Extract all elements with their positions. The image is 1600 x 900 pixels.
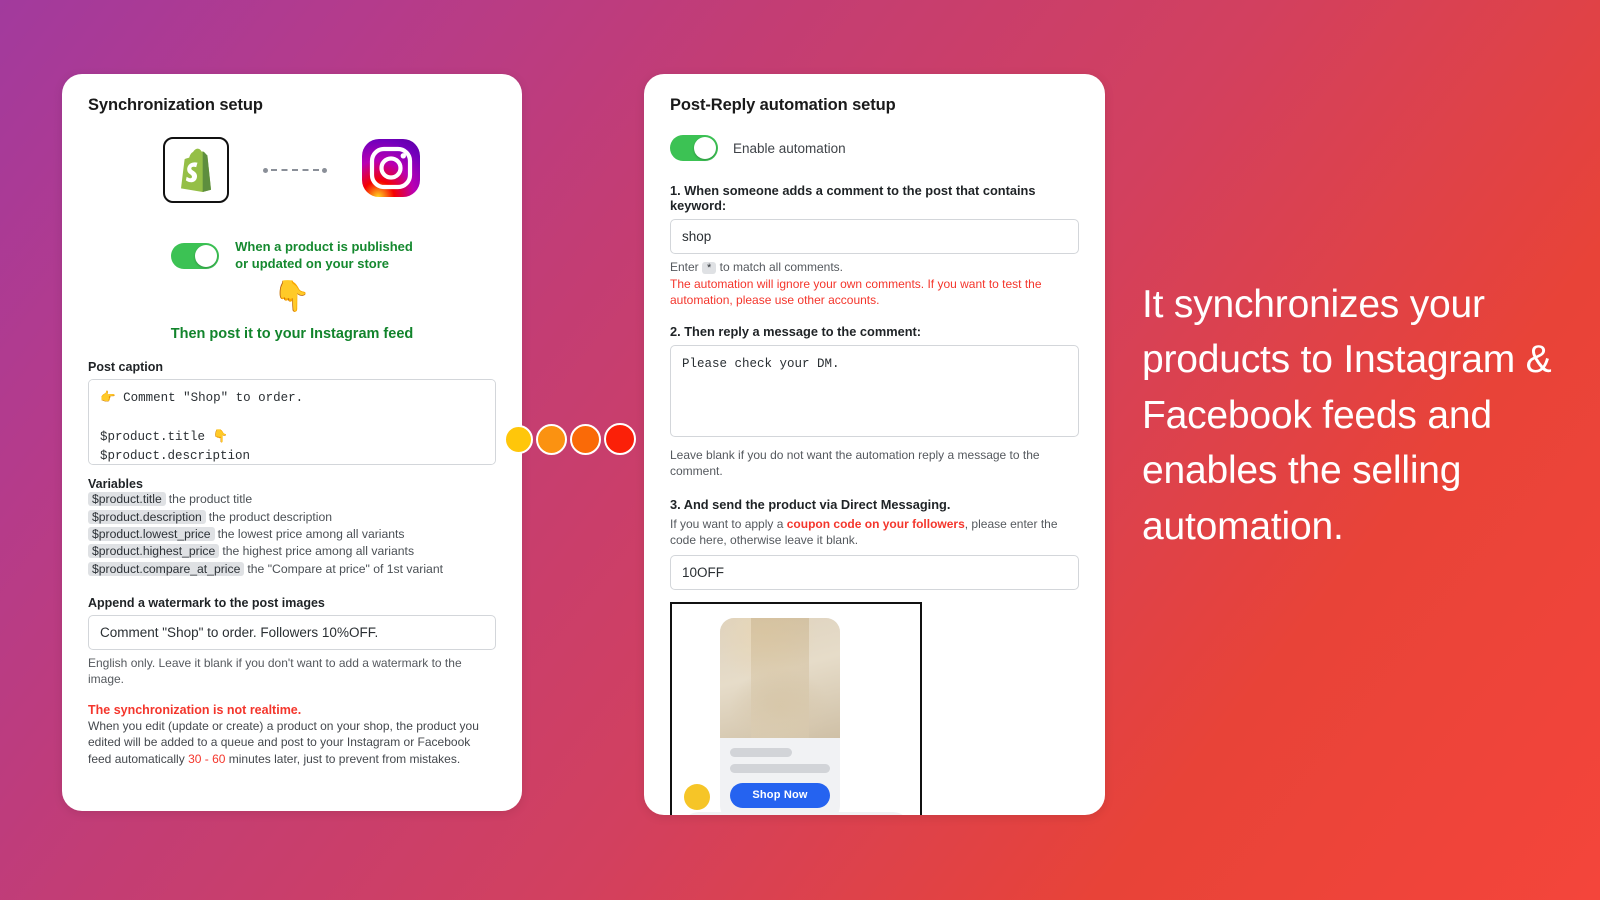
reply-message-input[interactable]: Please check your DM.	[670, 345, 1079, 438]
dm-preview: Shop Now	[670, 601, 922, 815]
coupon-helper-before: If you want to apply a	[670, 516, 787, 531]
variable-desc: the product title	[168, 492, 253, 507]
message-composer	[682, 811, 910, 815]
variable-desc: the highest price among all variants	[222, 544, 415, 559]
keyword-helper-after: to match all comments.	[716, 260, 844, 274]
sync-toggle[interactable]	[171, 242, 220, 269]
variable-token: $product.description	[88, 509, 206, 524]
list-item: $product.description the product descript…	[88, 509, 496, 526]
message-row: Shop Now	[672, 604, 920, 815]
shopify-logo-icon	[163, 137, 229, 203]
keyword-helper: Enter * to match all comments.	[670, 259, 1079, 276]
post-caption-input[interactable]: 👉 Comment "Shop" to order. $product.titl…	[88, 379, 496, 466]
variable-desc: the "Compare at price" of 1st variant	[247, 561, 443, 576]
keyword-warning: The automation will ignore your own comm…	[670, 276, 1042, 308]
connector-dot-2	[536, 423, 567, 455]
connector-dot-1	[504, 424, 533, 454]
variable-token: $product.lowest_price	[88, 526, 215, 541]
connector-dots	[504, 423, 636, 455]
avatar	[684, 783, 710, 810]
synchronization-setup-card: Synchronization setup When a product is …	[62, 74, 522, 811]
post-caption-label: Post caption	[88, 360, 164, 375]
list-item: $product.title the product title	[88, 491, 496, 508]
watermark-input[interactable]	[88, 614, 496, 650]
product-image	[720, 617, 840, 738]
then-post-label: Then post it to your Instagram feed	[170, 326, 414, 343]
coupon-code-link[interactable]: coupon code on your followers	[787, 517, 965, 531]
notice-highlight: 30 - 60	[188, 751, 226, 766]
connector-dot-4	[604, 423, 636, 455]
enable-automation-label: Enable automation	[733, 140, 846, 156]
connector-dot-3	[570, 423, 601, 455]
coupon-helper: If you want to apply a coupon code on yo…	[670, 516, 1079, 548]
step3-label: 3. And send the product via Direct Messa…	[670, 496, 951, 512]
variables-title: Variables	[88, 477, 143, 492]
automation-title: Post-Reply automation setup	[670, 96, 896, 114]
promo-text: It synchronizes your products to Instagr…	[1142, 283, 1552, 548]
step2-label: 2. Then reply a message to the comment:	[670, 324, 922, 340]
sync-toggle-row: When a product is published or updated o…	[88, 239, 496, 272]
asterisk-pill: *	[702, 262, 717, 274]
variable-desc: the lowest price among all variants	[217, 526, 405, 541]
integration-logos	[88, 137, 496, 203]
list-item: $product.compare_at_price the "Compare at…	[88, 561, 496, 578]
notice-text-after: minutes later, just to prevent from mist…	[225, 751, 461, 766]
dashed-connector-icon	[263, 167, 327, 173]
variable-desc: the product description	[208, 509, 333, 524]
variable-token: $product.title	[88, 492, 166, 507]
variables-list: $product.title the product title $product…	[88, 491, 496, 578]
shop-now-button[interactable]: Shop Now	[730, 782, 830, 808]
page-title: Synchronization setup	[88, 96, 263, 114]
product-card: Shop Now	[720, 617, 840, 815]
variable-token: $product.highest_price	[88, 544, 220, 559]
product-desc-placeholder	[730, 763, 830, 773]
keyword-input[interactable]	[670, 219, 1079, 254]
sync-toggle-label: When a product is published or updated o…	[235, 239, 413, 271]
enable-automation-toggle[interactable]	[670, 135, 718, 161]
realtime-notice-body: When you edit (update or create) a produ…	[88, 718, 496, 767]
variable-token: $product.compare_at_price	[88, 561, 245, 576]
watermark-helper: English only. Leave it blank if you don'…	[88, 655, 462, 687]
keyword-helper-before: Enter	[670, 260, 703, 274]
enable-automation-row: Enable automation	[670, 135, 1079, 161]
product-title-placeholder	[730, 747, 792, 757]
list-item: $product.lowest_price the lowest price am…	[88, 526, 496, 543]
reply-message-helper: Leave blank if you do not want the autom…	[670, 448, 1040, 479]
watermark-label: Append a watermark to the post images	[88, 595, 325, 610]
list-item: $product.highest_price the highest price …	[88, 543, 496, 560]
instagram-logo-icon	[361, 138, 421, 203]
post-reply-automation-card: Post-Reply automation setup Enable autom…	[644, 74, 1105, 815]
coupon-code-input[interactable]	[670, 554, 1079, 590]
realtime-notice-heading: The synchronization is not realtime.	[88, 703, 302, 718]
pointing-down-icon: 👇	[273, 280, 311, 314]
step1-label: 1. When someone adds a comment to the po…	[670, 183, 1036, 213]
